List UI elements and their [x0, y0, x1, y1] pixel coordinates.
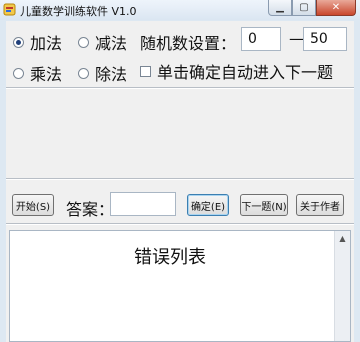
app-icon — [3, 3, 16, 16]
radio-div-label: 除法 — [95, 65, 128, 84]
about-author-button[interactable]: 关于作者 — [296, 194, 344, 216]
start-button[interactable]: 开始(S) — [12, 194, 54, 216]
radio-sub-indicator — [78, 36, 90, 48]
range-min-input[interactable]: 0 — [241, 27, 281, 51]
op-row-1: 加法 减法 — [13, 30, 127, 54]
maximize-icon: ▢ — [299, 2, 309, 13]
radio-mul[interactable]: 乘法 — [13, 61, 62, 85]
title-bar: 儿童数学训练软件 V1.0 ▁ ▢ ✕ — [0, 0, 360, 20]
main-panel: 加法 减法 随机数设置： 0 — 50 乘法 除法 单击确定自动进入下一题 开始… — [6, 21, 354, 342]
radio-sub-label: 减法 — [95, 34, 128, 53]
radio-div[interactable]: 除法 — [78, 61, 127, 85]
divider-bottom — [6, 223, 354, 225]
answer-label: 答案： — [66, 200, 115, 219]
range-label: 随机数设置： — [140, 34, 237, 53]
confirm-button[interactable]: 确定(E) — [187, 194, 229, 216]
divider-top — [6, 87, 354, 89]
error-list-title: 错误列表 — [134, 247, 206, 268]
auto-next-checkbox[interactable]: 单击确定自动进入下一题 — [140, 59, 333, 83]
radio-mul-indicator — [13, 67, 24, 79]
next-question-button[interactable]: 下一题(N) — [240, 194, 288, 216]
vertical-scrollbar[interactable]: ▲ — [334, 231, 350, 341]
divider-middle — [6, 178, 354, 180]
radio-sub[interactable]: 减法 — [78, 30, 127, 54]
scroll-up-icon[interactable]: ▲ — [335, 231, 350, 246]
answer-input[interactable] — [110, 192, 176, 216]
range-row: 随机数设置： — [140, 30, 236, 54]
error-list[interactable]: 错误列表 ▲ — [9, 230, 351, 342]
window-controls: ▁ ▢ ✕ — [268, 0, 356, 17]
maximize-button[interactable]: ▢ — [292, 0, 316, 16]
radio-add-indicator — [13, 36, 24, 48]
range-max-input[interactable]: 50 — [303, 27, 347, 51]
close-icon: ✕ — [331, 2, 341, 13]
minimize-icon: ▁ — [276, 2, 284, 13]
close-button[interactable]: ✕ — [316, 0, 356, 16]
minimize-button[interactable]: ▁ — [268, 0, 292, 16]
window-title: 儿童数学训练软件 V1.0 — [20, 5, 137, 18]
radio-mul-label: 乘法 — [30, 65, 63, 84]
radio-add-label: 加法 — [30, 34, 63, 53]
auto-next-checkbox-box — [140, 65, 151, 77]
radio-div-indicator — [78, 67, 90, 79]
op-row-2: 乘法 除法 — [13, 61, 127, 85]
auto-next-label: 单击确定自动进入下一题 — [157, 63, 334, 82]
radio-add[interactable]: 加法 — [13, 30, 62, 54]
